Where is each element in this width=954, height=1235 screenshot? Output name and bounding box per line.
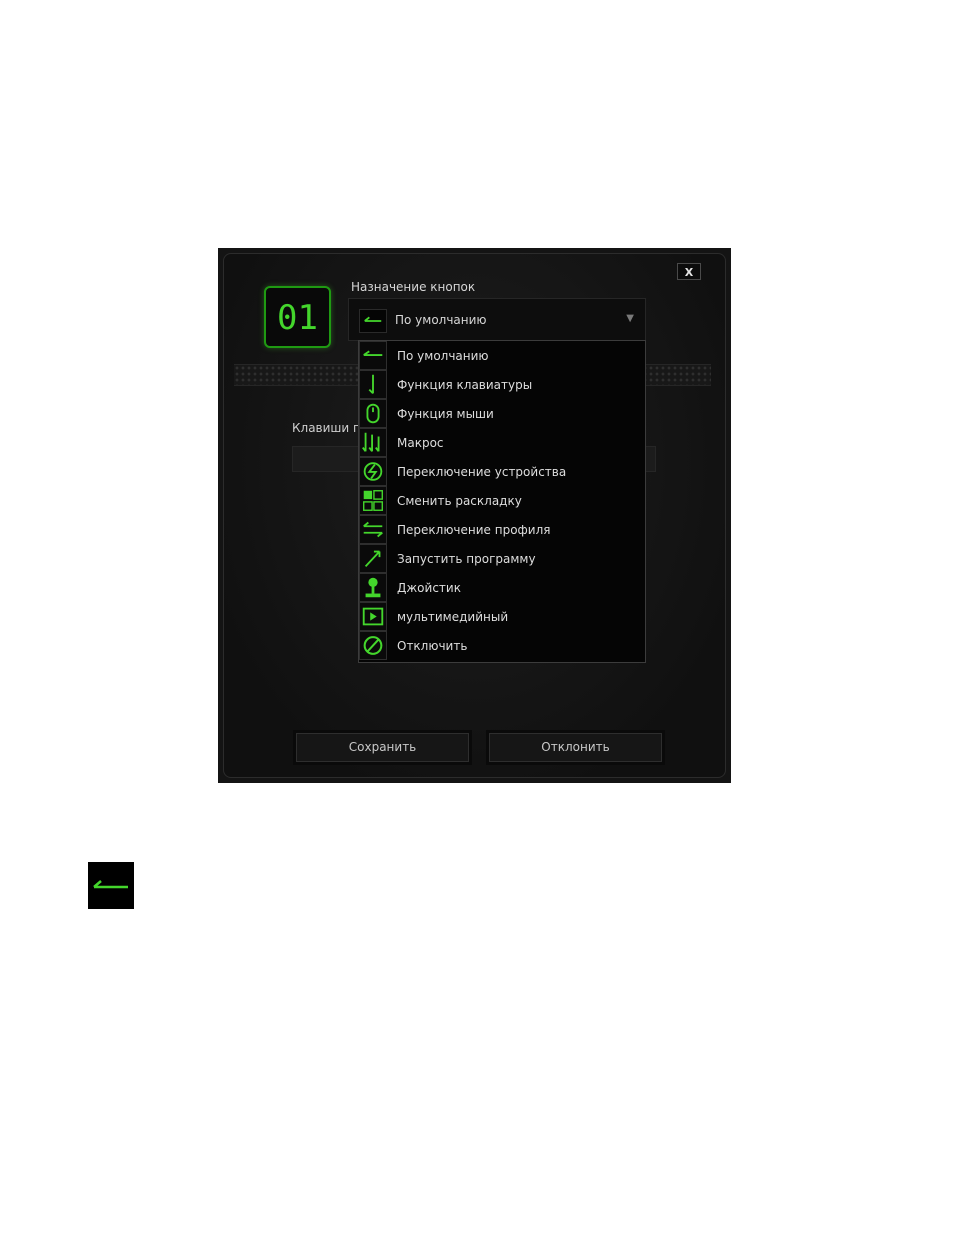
dropdown-option-label: Отключить — [397, 639, 468, 653]
dropdown-option-default[interactable]: По умолчанию — [359, 341, 645, 370]
assignment-dropdown-list: По умолчанию Функция клавиатуры Функция … — [358, 340, 646, 663]
assignment-select[interactable]: По умолчанию ▼ — [348, 298, 646, 341]
dropdown-option-multimedia[interactable]: мультимедийный — [359, 602, 645, 631]
dropdown-option-label: Переключение устройства — [397, 465, 567, 479]
dropdown-option-label: мультимедийный — [397, 610, 509, 624]
joystick-icon — [359, 573, 387, 602]
dialog-panel: X 01 Назначение кнопок По умолчанию ▼ Кл… — [223, 253, 726, 778]
multimedia-icon — [359, 602, 387, 631]
dropdown-option-launch[interactable]: Запустить программу — [359, 544, 645, 573]
dropdown-option-mouse[interactable]: Функция мыши — [359, 399, 645, 428]
close-button[interactable]: X — [677, 263, 701, 280]
button-number-badge: 01 — [264, 286, 331, 348]
disable-icon — [359, 631, 387, 660]
dropdown-option-label: По умолчанию — [397, 349, 489, 363]
button-assignment-dialog: X 01 Назначение кнопок По умолчанию ▼ Кл… — [218, 248, 731, 783]
device-switch-icon — [359, 457, 387, 486]
mouse-icon — [359, 399, 387, 428]
dropdown-option-profile[interactable]: Переключение профиля — [359, 515, 645, 544]
dropdown-option-disable[interactable]: Отключить — [359, 631, 645, 660]
profile-switch-icon — [359, 515, 387, 544]
dropdown-option-keymap[interactable]: Сменить раскладку — [359, 486, 645, 515]
keys-label: Клавиши п — [292, 421, 361, 435]
dropdown-option-label: Функция клавиатуры — [397, 378, 533, 392]
dropdown-option-label: Макрос — [397, 436, 444, 450]
macro-icon — [359, 428, 387, 457]
dropdown-option-macro[interactable]: Макрос — [359, 428, 645, 457]
dropdown-option-joystick[interactable]: Джойстик — [359, 573, 645, 602]
default-arrow-icon — [88, 862, 134, 909]
default-arrow-icon — [359, 341, 387, 370]
launch-program-icon — [359, 544, 387, 573]
dropdown-option-label: Функция мыши — [397, 407, 494, 421]
dropdown-option-label: Запустить программу — [397, 552, 536, 566]
assignment-title: Назначение кнопок — [351, 280, 476, 294]
keymap-switch-icon — [359, 486, 387, 515]
save-button[interactable]: Сохранить — [296, 733, 469, 762]
dropdown-option-keyboard[interactable]: Функция клавиатуры — [359, 370, 645, 399]
assignment-select-value: По умолчанию — [395, 313, 487, 327]
dropdown-option-device-switch[interactable]: Переключение устройства — [359, 457, 645, 486]
keyboard-function-icon — [359, 370, 387, 399]
chevron-down-icon: ▼ — [626, 313, 634, 324]
dropdown-option-label: Сменить раскладку — [397, 494, 522, 508]
default-arrow-icon — [359, 309, 387, 333]
dropdown-option-label: Переключение профиля — [397, 523, 551, 537]
dropdown-option-label: Джойстик — [397, 581, 461, 595]
cancel-button[interactable]: Отклонить — [489, 733, 662, 762]
